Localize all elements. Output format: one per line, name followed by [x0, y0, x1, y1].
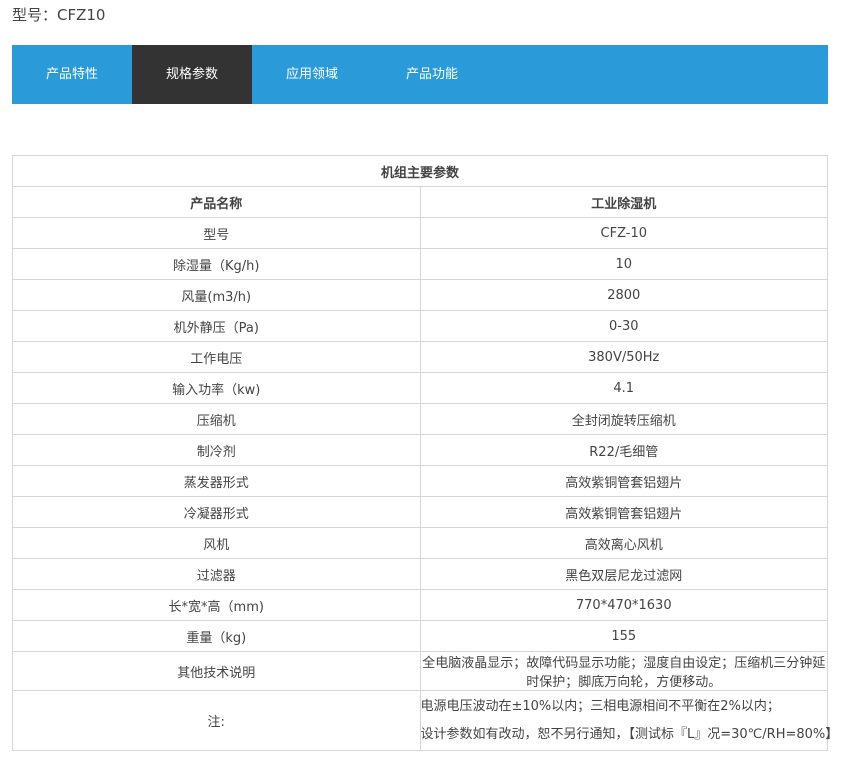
spec-table: 机组主要参数 产品名称 工业除湿机 型号 CFZ-10 除湿量（Kg/h) 10…	[12, 155, 839, 751]
header-label: 产品名称	[12, 186, 421, 218]
row-label: 过滤器	[12, 558, 421, 590]
table-row: 压缩机 全封闭旋转压缩机	[12, 403, 828, 435]
table-row: 重量（kg) 155	[12, 620, 828, 652]
row-label: 机外静压（Pa)	[12, 310, 421, 342]
row-value: 155	[419, 620, 828, 652]
row-label: 输入功率（kw)	[12, 372, 421, 404]
table-row: 制冷剂 R22/毛细管	[12, 434, 828, 466]
row-label: 风量(m3/h)	[12, 279, 421, 311]
row-label: 除湿量（Kg/h)	[12, 248, 421, 280]
notes-label: 注:	[12, 690, 421, 751]
table-row: 风量(m3/h) 2800	[12, 279, 828, 311]
row-label: 蒸发器形式	[12, 465, 421, 497]
row-label: 风机	[12, 527, 421, 559]
row-label: 重量（kg)	[12, 620, 421, 652]
product-tab-bar: 产品特性 规格参数 应用领域 产品功能	[12, 45, 828, 104]
row-value: 高效紫铜管套铝翅片	[419, 465, 828, 497]
tab-product-functions[interactable]: 产品功能	[372, 45, 492, 104]
row-value: 高效离心风机	[419, 527, 828, 559]
row-value: 高效紫铜管套铝翅片	[419, 496, 828, 528]
row-value: 黑色双层尼龙过滤网	[419, 558, 828, 590]
row-label: 长*宽*高（mm)	[12, 589, 421, 621]
table-header-row: 产品名称 工业除湿机	[12, 186, 828, 218]
note-line: 电源电压波动在±10%以内；三相电源相间不平衡在2%以内；	[420, 698, 780, 714]
row-value: 全电脑液晶显示；故障代码显示功能；湿度自由设定；压缩机三分钟延时保护；脚底万向轮…	[419, 651, 828, 691]
table-row: 型号 CFZ-10	[12, 217, 828, 249]
table-row: 工作电压 380V/50Hz	[12, 341, 828, 373]
notes-row: 注: 电源电压波动在±10%以内；三相电源相间不平衡在2%以内； 设计参数如有改…	[12, 690, 839, 751]
row-value: 380V/50Hz	[419, 341, 828, 373]
row-value: CFZ-10	[419, 217, 828, 249]
tab-product-features[interactable]: 产品特性	[12, 45, 132, 104]
table-row: 其他技术说明 全电脑液晶显示；故障代码显示功能；湿度自由设定；压缩机三分钟延时保…	[12, 651, 828, 691]
table-row: 输入功率（kw) 4.1	[12, 372, 828, 404]
tab-applications[interactable]: 应用领域	[252, 45, 372, 104]
header-value: 工业除湿机	[419, 186, 828, 218]
tab-specifications[interactable]: 规格参数	[132, 45, 252, 104]
row-label: 压缩机	[12, 403, 421, 435]
product-model-title: 型号：CFZ10	[12, 6, 106, 24]
notes-value: 电源电压波动在±10%以内；三相电源相间不平衡在2%以内； 设计参数如有改动，恕…	[419, 690, 839, 751]
row-value: 10	[419, 248, 828, 280]
table-row: 除湿量（Kg/h) 10	[12, 248, 828, 280]
table-row: 长*宽*高（mm) 770*470*1630	[12, 589, 828, 621]
row-value: 770*470*1630	[419, 589, 828, 621]
note-line: 设计参数如有改动，恕不另行通知，【测试标『L』况=30℃/RH=80%】	[420, 726, 839, 742]
row-value: 0-30	[419, 310, 828, 342]
row-label: 其他技术说明	[12, 651, 421, 691]
table-row: 机外静压（Pa) 0-30	[12, 310, 828, 342]
table-row: 蒸发器形式 高效紫铜管套铝翅片	[12, 465, 828, 497]
row-value: R22/毛细管	[419, 434, 828, 466]
row-value: 全封闭旋转压缩机	[419, 403, 828, 435]
table-row: 风机 高效离心风机	[12, 527, 828, 559]
row-value: 4.1	[419, 372, 828, 404]
row-value: 2800	[419, 279, 828, 311]
row-label: 制冷剂	[12, 434, 421, 466]
table-caption-row: 机组主要参数	[12, 155, 828, 187]
row-label: 型号	[12, 217, 421, 249]
row-label: 工作电压	[12, 341, 421, 373]
table-row: 过滤器 黑色双层尼龙过滤网	[12, 558, 828, 590]
table-row: 冷凝器形式 高效紫铜管套铝翅片	[12, 496, 828, 528]
row-label: 冷凝器形式	[12, 496, 421, 528]
table-caption: 机组主要参数	[12, 155, 828, 187]
